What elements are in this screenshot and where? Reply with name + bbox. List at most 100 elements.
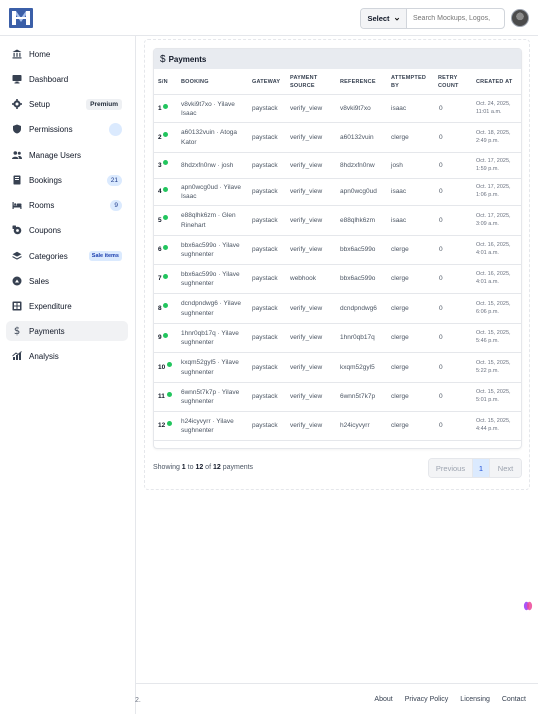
table-row: 9 1hnr0qb17q · Yilave sughnenter paystack v… [154,324,521,353]
row-created-at: Oct. 15, 2025, 4:44 p.m. [476,418,511,432]
app-logo[interactable] [9,8,33,28]
row-reference: dcndpndwg6 [340,304,377,312]
page-1-button[interactable]: 1 [473,459,490,477]
top-bar: Select [0,0,538,36]
sidebar-item-sales[interactable]: Sales [6,271,128,291]
row-booking[interactable]: 8hdzxfn0nw · josh [181,153,249,178]
status-dot-icon [163,186,168,192]
row-gateway: paystack [252,334,278,342]
sidebar-item-categories[interactable]: Categories Sale items [6,246,128,266]
row-booking[interactable]: bbx6ac599o · Yilave sughnenter [181,236,249,264]
row-retry-count: 0 [439,133,443,141]
summary-total: 12 [212,464,221,471]
next-page-button[interactable]: Next [490,459,521,477]
row-sn-value: 2 [158,133,162,141]
booking-code[interactable]: bbx6ac599o [181,242,216,249]
row-booking[interactable]: e88qlhk6zm · Glen Rinehart [181,206,249,235]
status-dot-icon [166,391,172,397]
row-booking[interactable]: bbx6ac599o · Yilave sughnenter [181,265,249,293]
table-row: 5 e88qlhk6zm · Glen Rinehart paystack verif… [154,206,521,236]
booking-code[interactable]: 1hnr0qb17q [181,330,216,337]
booking-code[interactable]: apn0wcg0ud [181,184,218,191]
sidebar-item-label: Manage Users [29,150,82,160]
sidebar-item-home[interactable]: Home [6,44,128,64]
col-attempted-by: ATTEMPTED BY [391,75,427,89]
sidebar-item-coupons[interactable]: Coupons [6,220,128,240]
dollar-icon: $ [13,325,21,337]
sale-items-badge: Sale items [88,251,122,261]
sidebar-item-permissions[interactable]: Permissions [6,119,128,139]
row-attempted-by: josh [391,161,403,169]
sidebar-item-expenditure[interactable]: Expenditure [6,296,128,316]
row-payment-source: verify_view [290,422,323,430]
col-reference: REFERENCE [340,78,376,85]
booking-code[interactable]: v8vki9t7xo [181,101,212,108]
footer-link-about[interactable]: About [374,696,392,703]
avatar[interactable] [511,9,529,27]
row-sn-value: 5 [158,216,162,224]
row-booking[interactable]: 1hnr0qb17q · Yilave sughnenter [181,324,249,352]
row-sn: 1 [158,96,176,122]
previous-page-button[interactable]: Previous [429,459,473,477]
booking-code[interactable]: dcndpndwg6 [181,300,218,307]
table-row: 11 6wnn5t7k7p · Yilave sughnenter paystack… [154,383,521,412]
booking-code[interactable]: bbx6ac599o [181,271,216,278]
row-booking[interactable]: v8vki9t7xo · Yilave Isaac [181,96,249,122]
table-row: 8 dcndpndwg6 · Yilave sughnenter paystack v… [154,294,521,324]
page-title: Payments [168,54,207,64]
booking-code[interactable]: e88qlhk6zm [181,212,216,219]
table-row: 3 8hdzxfn0nw · josh paystack verify_view 8hd… [154,153,521,179]
floating-assistant-icon[interactable] [522,600,534,612]
booking-code[interactable]: 8hdzxfn0nw [181,162,216,169]
row-retry-count: 0 [439,216,443,224]
row-payment-source: verify_view [290,363,323,371]
row-payment-source: verify_view [290,334,323,342]
footer-link-privacy-policy[interactable]: Privacy Policy [405,696,449,703]
booking-code[interactable]: 6wnn5t7k7p [181,389,216,396]
sidebar-item-dashboard[interactable]: Dashboard [6,69,128,89]
table-row: 1 v8vki9t7xo · Yilave Isaac paystack verify… [154,96,521,123]
row-sn: 12 [158,412,176,440]
sidebar-item-rooms[interactable]: Rooms 9 [6,195,128,215]
sidebar-item-manage-users[interactable]: Manage Users [6,145,128,165]
booking-code[interactable]: h24icyvyrr [181,418,211,425]
row-booking[interactable]: 6wnn5t7k7p · Yilave sughnenter [181,383,249,411]
row-sn: 2 [158,123,176,152]
sidebar-item-bookings[interactable]: Bookings 21 [6,170,128,190]
row-booking[interactable]: apn0wcg0ud · Yilave Isaac [181,179,249,205]
row-reference: a60132vuin [340,133,374,141]
row-reference: e88qlhk6zm [340,216,376,224]
bed-icon [12,200,22,210]
booking-code[interactable]: a60132vuin [181,129,215,136]
sidebar-item-analysis[interactable]: Analysis [6,346,128,366]
row-created-at: Oct. 17, 2025, 3:09 a.m. [476,212,511,227]
search-category-select[interactable]: Select [361,9,407,28]
row-booking[interactable]: h24icyvyrr · Yilave sughnenter [181,412,249,440]
summary-of-word: of [203,464,213,471]
row-booking[interactable]: kxqm52gyl5 · Yilave sughnenter [181,353,249,382]
col-payment-source: PAYMENT SOURCE [290,75,318,89]
footer-link-contact[interactable]: Contact [502,696,526,703]
col-gateway: GATEWAY [252,78,281,85]
row-booking[interactable]: dcndpndwg6 · Yilave sughnenter [181,294,249,323]
status-dot-icon [166,420,172,426]
row-booking[interactable]: a60132vuin · Atoga Kator [181,123,249,152]
sidebar-item-setup[interactable]: Setup Premium [6,94,128,114]
row-sn: 5 [158,206,176,235]
sidebar-item-payments[interactable]: $ Payments [6,321,128,341]
footer-link-licensing[interactable]: Licensing [460,696,490,703]
row-payment-source: verify_view [290,246,323,254]
status-dot-icon [163,160,168,165]
row-sn-value: 7 [158,275,162,283]
booking-code[interactable]: kxqm52gyl5 [181,359,216,366]
row-retry-count: 0 [439,161,443,169]
row-attempted-by: clerge [391,393,409,401]
row-created-at: Oct. 15, 2025, 5:46 p.m. [476,330,511,344]
bank-icon [12,49,22,59]
search-input[interactable] [407,9,504,28]
sidebar-item-label: Expenditure [29,301,72,311]
row-gateway: paystack [252,105,278,113]
sidebar: Home Dashboard Setup Premium Permissions… [0,36,136,714]
row-sn: 8 [158,294,176,323]
row-payment-source: webhook [290,275,317,283]
